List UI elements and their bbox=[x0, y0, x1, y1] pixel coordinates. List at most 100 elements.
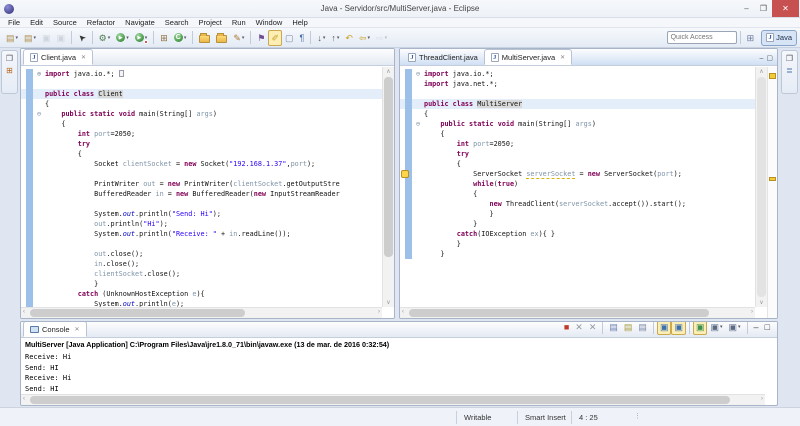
back-dropdown[interactable]: ⇦ ▾ bbox=[356, 30, 373, 46]
code-token: { bbox=[45, 150, 82, 158]
mark-occurrences-toggle[interactable]: ✐ bbox=[268, 29, 283, 46]
scrollbar-thumb[interactable] bbox=[30, 309, 245, 317]
close-tab-icon[interactable]: ✕ bbox=[81, 54, 86, 61]
quick-access-input[interactable] bbox=[666, 31, 737, 44]
maximize-view-button[interactable]: □ bbox=[762, 322, 773, 335]
menu-edit[interactable]: Edit bbox=[25, 18, 48, 27]
open-element-button[interactable] bbox=[196, 30, 213, 46]
code-token: static bbox=[469, 120, 494, 128]
display-console-dropdown[interactable]: ▣ ▾ bbox=[707, 322, 725, 335]
horizontal-scrollbar[interactable]: ‹ › bbox=[21, 394, 765, 405]
menu-bar: File Edit Source Refactor Navigate Search Proj… bbox=[0, 18, 800, 28]
menu-search[interactable]: Search bbox=[160, 18, 194, 27]
package-explorer-icon[interactable]: ⊞ bbox=[6, 66, 13, 75]
next-annotation-dropdown[interactable]: ↓ ▾ bbox=[314, 30, 328, 46]
outline-icon[interactable]: ≣ bbox=[786, 66, 793, 75]
remove-all-launches-button[interactable]: ✕ bbox=[586, 322, 600, 335]
menu-project[interactable]: Project bbox=[194, 18, 227, 27]
external-tools-dropdown[interactable]: ▶ ▾ bbox=[132, 30, 151, 46]
window-controls: – ❐ ✕ bbox=[738, 0, 799, 17]
fold-toggle-icon[interactable]: ⊖ bbox=[413, 69, 423, 79]
new-project-dropdown[interactable]: ▤ ▾ bbox=[21, 30, 39, 46]
restore-view-icon[interactable]: ❐ bbox=[786, 54, 793, 63]
menu-help[interactable]: Help bbox=[287, 18, 312, 27]
menu-refactor[interactable]: Refactor bbox=[82, 18, 120, 27]
last-edit-location-button[interactable]: ↶ bbox=[342, 30, 356, 46]
horizontal-scrollbar[interactable]: ‹ › bbox=[21, 307, 382, 318]
minimize-button[interactable]: – bbox=[738, 0, 755, 17]
quick-diff-bar bbox=[405, 69, 412, 259]
menu-window[interactable]: Window bbox=[251, 18, 288, 27]
console-icon bbox=[30, 325, 39, 333]
fold-toggle-icon[interactable]: ⊖ bbox=[413, 119, 423, 129]
remove-launch-button[interactable]: ✕ bbox=[572, 322, 586, 335]
tab-console[interactable]: Console ✕ bbox=[23, 322, 87, 337]
tab-threadclient-java[interactable]: J ThreadClient.java bbox=[402, 49, 484, 65]
show-stdout-toggle[interactable]: ▣ bbox=[656, 322, 672, 335]
warning-summary-marker[interactable] bbox=[769, 73, 776, 79]
word-wrap-toggle[interactable]: ▤ bbox=[635, 322, 650, 335]
new-java-project-button[interactable]: ⊞ bbox=[157, 30, 171, 46]
previous-annotation-dropdown[interactable]: ↑ ▾ bbox=[328, 30, 342, 46]
horizontal-scrollbar[interactable]: ‹ › bbox=[400, 307, 755, 318]
code-token: .println( bbox=[135, 300, 172, 307]
tab-client-java[interactable]: J Client.java ✕ bbox=[23, 49, 94, 65]
scroll-lock-toggle[interactable]: ▤ bbox=[621, 322, 636, 335]
restore-view-icon[interactable]: ❐ bbox=[6, 54, 13, 63]
console-output[interactable]: Receive: Hi Send: HI Receive: Hi Send: HI bbox=[21, 351, 765, 395]
pin-console-toggle[interactable]: ▣ bbox=[692, 322, 708, 335]
block-selection-toggle[interactable]: ⚑ bbox=[254, 30, 268, 46]
java-perspective-icon: J bbox=[766, 33, 775, 42]
maximize-view-icon: □ bbox=[764, 322, 770, 332]
new-project-icon: ▤ bbox=[24, 32, 33, 43]
code-token: PrintWriter( bbox=[180, 180, 234, 188]
vertical-scrollbar[interactable]: ∧ ∨ bbox=[755, 67, 767, 307]
clear-console-icon: ▤ bbox=[609, 322, 618, 332]
main-toolbar: ▤▾▤▾▣▣➤⚙▾▶▾▶▾⊞C▾✎▾⚑✐▢¶↓▾↑▾↶⇦▾⇨▾ ⊞ J Java bbox=[0, 28, 800, 48]
menu-run[interactable]: Run bbox=[227, 18, 251, 27]
open-perspective-button[interactable]: ⊞ bbox=[744, 30, 758, 46]
new-task-dropdown[interactable]: ✎ ▾ bbox=[230, 30, 247, 46]
scrollbar-thumb[interactable] bbox=[757, 77, 766, 297]
warning-gutter-icon[interactable] bbox=[401, 170, 409, 178]
fold-toggle-icon[interactable]: ⊖ bbox=[34, 109, 44, 119]
show-selected-element-toggle[interactable]: ▢ bbox=[282, 30, 297, 46]
code-token: ServerSocket bbox=[424, 170, 527, 178]
vertical-scrollbar[interactable]: ∧ ∨ bbox=[382, 67, 394, 307]
editor-right-text-area[interactable]: ⊖ import java.io.*; import java.net.*; publ… bbox=[400, 67, 755, 307]
menu-file[interactable]: File bbox=[3, 18, 25, 27]
menu-source[interactable]: Source bbox=[48, 18, 82, 27]
menu-navigate[interactable]: Navigate bbox=[120, 18, 160, 27]
scrollbar-thumb[interactable] bbox=[30, 396, 730, 404]
selection-tool-button[interactable]: ➤ bbox=[75, 30, 89, 46]
code-token: .println( bbox=[135, 230, 172, 238]
close-button[interactable]: ✕ bbox=[772, 0, 799, 17]
clear-console-button[interactable]: ▤ bbox=[606, 322, 621, 335]
new-wizard-dropdown[interactable]: ▤ ▾ bbox=[3, 30, 21, 46]
fold-toggle-icon[interactable]: ⊕ bbox=[34, 69, 44, 79]
debug-dropdown[interactable]: ⚙ ▾ bbox=[96, 30, 114, 46]
close-tab-icon[interactable]: ✕ bbox=[560, 54, 565, 61]
warning-marker[interactable] bbox=[769, 177, 776, 181]
editor-left-text-area[interactable]: ⊕ import java.io.*; public class Client{⊖… bbox=[21, 67, 382, 307]
show-stderr-toggle[interactable]: ▣ bbox=[671, 322, 686, 335]
show-whitespace-toggle[interactable]: ¶ bbox=[297, 30, 308, 46]
minimize-view-button[interactable]: – bbox=[751, 322, 762, 335]
open-resource-button[interactable] bbox=[213, 30, 230, 46]
code-token: ){ bbox=[196, 290, 205, 298]
maximize-button[interactable]: ❐ bbox=[755, 0, 772, 17]
minimize-editor-button[interactable]: – bbox=[759, 55, 763, 62]
scrollbar-thumb[interactable] bbox=[384, 77, 393, 257]
tab-multiserver-java[interactable]: J MultiServer.java ✕ bbox=[483, 49, 573, 65]
close-tab-icon[interactable]: ✕ bbox=[75, 326, 80, 333]
run-dropdown[interactable]: ▶ ▾ bbox=[113, 30, 132, 46]
terminate-button[interactable]: ■ bbox=[561, 322, 572, 335]
pin-console-icon: ▣ bbox=[695, 322, 705, 332]
scrollbar-thumb[interactable] bbox=[409, 309, 709, 317]
java-perspective-button[interactable]: J Java bbox=[761, 29, 797, 46]
new-java-class-dropdown[interactable]: C ▾ bbox=[171, 30, 190, 46]
maximize-editor-button[interactable]: ▢ bbox=[766, 54, 773, 62]
open-console-dropdown[interactable]: ▣ ▾ bbox=[726, 322, 744, 335]
